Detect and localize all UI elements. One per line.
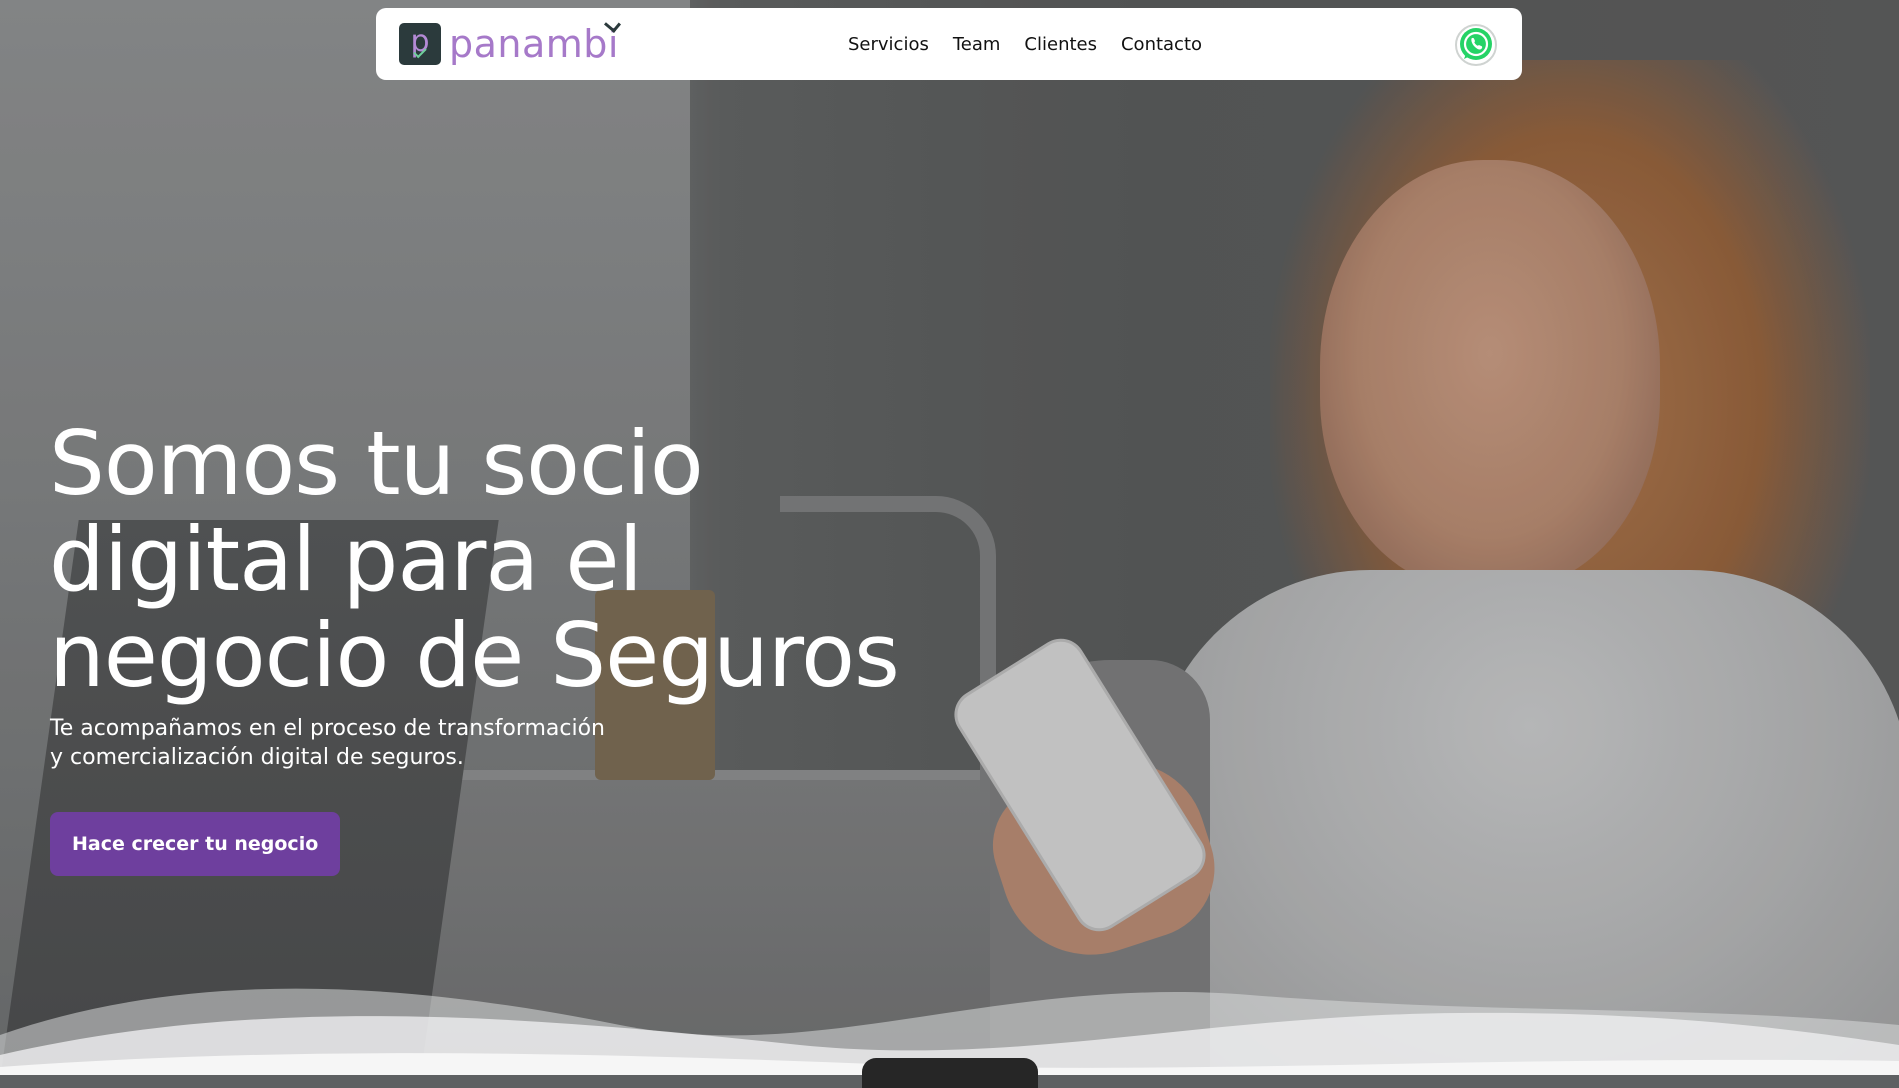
hero-headline: Somos tu socio digital para el negocio d…: [49, 412, 900, 707]
nav-item-servicios[interactable]: Servicios: [848, 34, 929, 55]
hero-cta-button[interactable]: Hace crecer tu negocio: [50, 812, 341, 876]
nav-item-contacto[interactable]: Contacto: [1121, 34, 1202, 55]
nav-item-clientes[interactable]: Clientes: [1024, 34, 1097, 55]
floating-toolbar[interactable]: [862, 1058, 1038, 1088]
hero-subtitle: Te acompañamos en el proceso de transfor…: [50, 716, 605, 770]
logo-wordmark: panambi: [449, 16, 621, 66]
whatsapp-icon[interactable]: [1454, 23, 1498, 67]
top-navbar: p panambi Servicios Team Clientes Contac…: [376, 8, 1522, 80]
main-nav: Servicios Team Clientes Contacto: [848, 8, 1202, 80]
nav-item-team[interactable]: Team: [953, 34, 1001, 55]
logo-wordmark-text: panambi: [449, 22, 619, 66]
brand-logo[interactable]: p panambi: [399, 16, 621, 66]
logo-mark-icon: p: [399, 23, 441, 65]
